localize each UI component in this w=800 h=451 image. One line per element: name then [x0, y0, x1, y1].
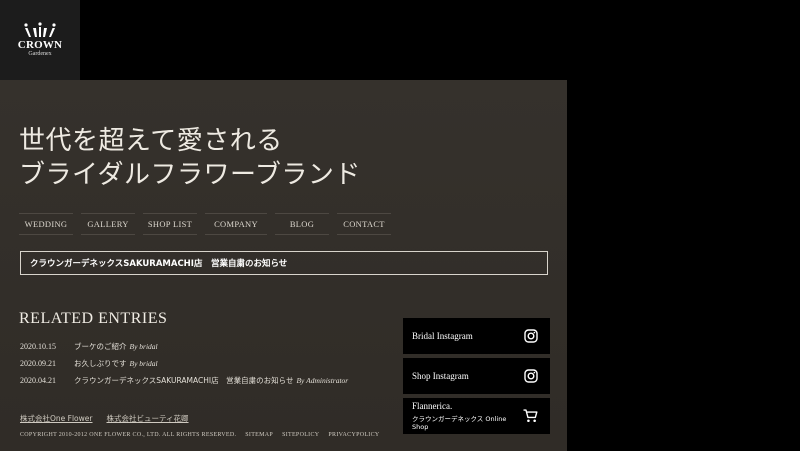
instagram-icon — [524, 329, 538, 343]
entry-title[interactable]: お久しぶりです — [74, 358, 127, 369]
nav-wedding[interactable]: WEDDING — [19, 213, 73, 235]
company-link-one-flower[interactable]: 株式会社One Flower — [20, 413, 92, 424]
nav-company[interactable]: COMPANY — [205, 213, 267, 235]
related-entries-title: RELATED ENTRIES — [19, 310, 168, 327]
instagram-icon — [524, 369, 538, 383]
footer-link-privacypolicy[interactable]: PRIVACYPOLICY — [328, 432, 379, 438]
flannerica-online-shop-button[interactable]: Flannerica. クラウンガーデネックス Online Shop — [403, 398, 550, 434]
bridal-instagram-label: Bridal Instagram — [412, 331, 473, 341]
nav-blog[interactable]: BLOG — [275, 213, 329, 235]
hero-heading: 世代を超えて愛される ブライダルフラワーブランド — [19, 124, 361, 192]
shop-instagram-label: Shop Instagram — [412, 371, 469, 381]
flannerica-title: Flannerica. — [412, 401, 453, 411]
site-logo[interactable]: CROWN Gardenex — [0, 0, 80, 80]
logo-name: CROWN — [17, 39, 63, 51]
logo-subtitle: Gardenex — [28, 51, 52, 57]
crown-icon — [24, 22, 56, 37]
footer-link-sitemap[interactable]: SITEMAP — [245, 432, 273, 438]
entry-date: 2020.09.21 — [20, 359, 56, 368]
nav-contact[interactable]: CONTACT — [337, 213, 391, 235]
nav-gallery[interactable]: GALLERY — [81, 213, 135, 235]
entry-title[interactable]: クラウンガーデネックスSAKURAMACHI店 営業自粛のお知らせ — [74, 375, 293, 386]
cart-icon — [523, 409, 538, 423]
entry-date: 2020.04.21 — [20, 376, 56, 385]
entry-author: By Administrator — [296, 376, 349, 385]
company-link-beauty-hana[interactable]: 株式会社ビューティ花卿 — [106, 413, 188, 424]
entry-date: 2020.10.15 — [20, 342, 56, 351]
entry-author: By bridal — [129, 359, 158, 368]
notice-banner[interactable]: クラウンガーデネックスSAKURAMACHI店 営業自粛のお知らせ — [20, 251, 548, 275]
hero-line-1: 世代を超えて愛される — [19, 126, 283, 156]
entry-title[interactable]: ブーケのご紹介 — [74, 341, 127, 352]
footer: COPYRIGHT 2010-2012 ONE FLOWER CO., LTD.… — [20, 432, 389, 438]
copyright: COPYRIGHT 2010-2012 ONE FLOWER CO., LTD.… — [20, 432, 237, 438]
bridal-instagram-button[interactable]: Bridal Instagram — [403, 318, 550, 354]
footer-link-sitepolicy[interactable]: SITEPOLICY — [282, 432, 319, 438]
entry-author: By bridal — [129, 342, 158, 351]
nav-shop-list[interactable]: SHOP LIST — [143, 213, 197, 235]
main-nav: WEDDING GALLERY SHOP LIST COMPANY BLOG C… — [19, 213, 399, 235]
flannerica-subtitle: クラウンガーデネックス Online Shop — [412, 415, 507, 431]
company-links: 株式会社One Flower 株式会社ビューティ花卿 — [20, 413, 203, 424]
related-entries-list: 2020.10.15 ブーケのご紹介 By bridal 2020.09.21 … — [20, 338, 348, 389]
hero-line-2: ブライダルフラワーブランド — [19, 160, 361, 190]
list-item[interactable]: 2020.09.21 お久しぶりです By bridal — [20, 355, 348, 372]
shop-instagram-button[interactable]: Shop Instagram — [403, 358, 550, 394]
flannerica-label: Flannerica. クラウンガーデネックス Online Shop — [412, 401, 523, 431]
main-panel: 世代を超えて愛される ブライダルフラワーブランド WEDDING GALLERY… — [0, 80, 567, 451]
list-item[interactable]: 2020.04.21 クラウンガーデネックスSAKURAMACHI店 営業自粛の… — [20, 372, 348, 389]
list-item[interactable]: 2020.10.15 ブーケのご紹介 By bridal — [20, 338, 348, 355]
